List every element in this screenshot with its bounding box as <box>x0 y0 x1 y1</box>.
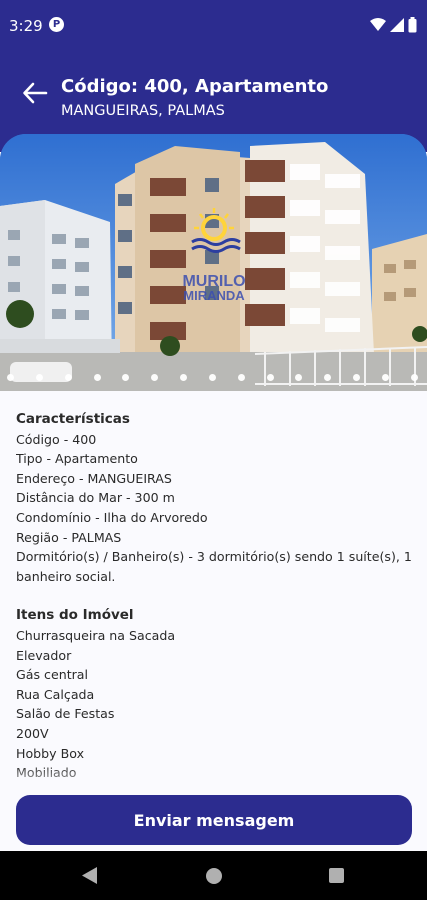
send-message-button[interactable]: Enviar mensagem <box>16 795 412 845</box>
features-heading: Itens do Imóvel <box>16 607 134 624</box>
carousel-dot[interactable] <box>353 374 361 381</box>
carousel-dot[interactable] <box>64 374 72 381</box>
characteristics-list: Código - 400 Tipo - Apartamento Endereço -… <box>16 430 416 587</box>
carousel-dot[interactable] <box>266 374 274 381</box>
notification-badge-icon: P <box>49 17 64 32</box>
characteristic-line: Distância do Mar - 300 m <box>16 490 175 506</box>
characteristics-heading: Características <box>16 411 130 427</box>
feature-item: 200V <box>16 725 49 741</box>
nav-home-icon[interactable] <box>206 868 222 884</box>
carousel-indicators <box>0 374 427 381</box>
status-bar: 3:29 P <box>0 0 427 52</box>
carousel-dot[interactable] <box>93 374 101 381</box>
characteristic-line: Endereço - MANGUEIRAS <box>16 470 172 486</box>
feature-item: Elevador <box>16 647 72 663</box>
page-subtitle: MANGUEIRAS, PALMAS <box>61 103 225 119</box>
page-title: Código: 400, Apartamento <box>61 76 329 97</box>
carousel-dot[interactable] <box>122 374 130 381</box>
feature-item: Churrasqueira na Sacada <box>16 627 176 643</box>
carousel-dot[interactable] <box>208 374 216 381</box>
status-time: 3:29 <box>9 17 43 35</box>
nav-back-icon[interactable] <box>82 867 98 884</box>
feature-item: Hobby Box <box>16 745 85 761</box>
carousel-dot[interactable] <box>237 374 245 381</box>
nav-recents-icon[interactable] <box>329 868 344 883</box>
carousel-dot[interactable] <box>324 374 332 381</box>
battery-icon <box>408 17 417 33</box>
system-navigation-bar <box>0 851 427 900</box>
svg-text:MIRANDA: MIRANDA <box>183 288 245 303</box>
wifi-icon <box>370 18 386 31</box>
property-photo: MURILO MIRANDA <box>0 134 427 391</box>
characteristic-line: Tipo - Apartamento <box>16 451 138 467</box>
back-button[interactable] <box>18 78 52 108</box>
carousel-dot[interactable] <box>410 374 418 381</box>
carousel-dot[interactable] <box>7 374 14 381</box>
characteristic-line: Código - 400 <box>16 431 97 447</box>
content-fade <box>0 765 427 795</box>
feature-item: Salão de Festas <box>16 706 115 722</box>
characteristic-line: Região - PALMAS <box>16 529 122 545</box>
signal-icon <box>390 18 404 32</box>
carousel-dot[interactable] <box>35 374 43 381</box>
property-photo-carousel[interactable]: MURILO MIRANDA <box>0 134 427 391</box>
feature-item: Gás central <box>16 667 89 683</box>
system-icons <box>370 16 417 34</box>
carousel-dot[interactable] <box>295 374 303 381</box>
feature-item: Rua Calçada <box>16 686 95 702</box>
carousel-dot[interactable] <box>151 374 159 381</box>
arrow-left-icon <box>23 82 48 104</box>
characteristic-line: Condomínio - Ilha do Arvoredo <box>16 509 208 525</box>
characteristic-line: Dormitório(s) / Banheiro(s) - 3 dormitór… <box>16 549 412 584</box>
features-list: Churrasqueira na Sacada Elevador Gás centr… <box>16 626 416 783</box>
carousel-dot[interactable] <box>381 374 389 381</box>
carousel-dot[interactable] <box>180 374 188 381</box>
property-details: Características Código - 400 Tipo - Apart… <box>16 410 416 792</box>
